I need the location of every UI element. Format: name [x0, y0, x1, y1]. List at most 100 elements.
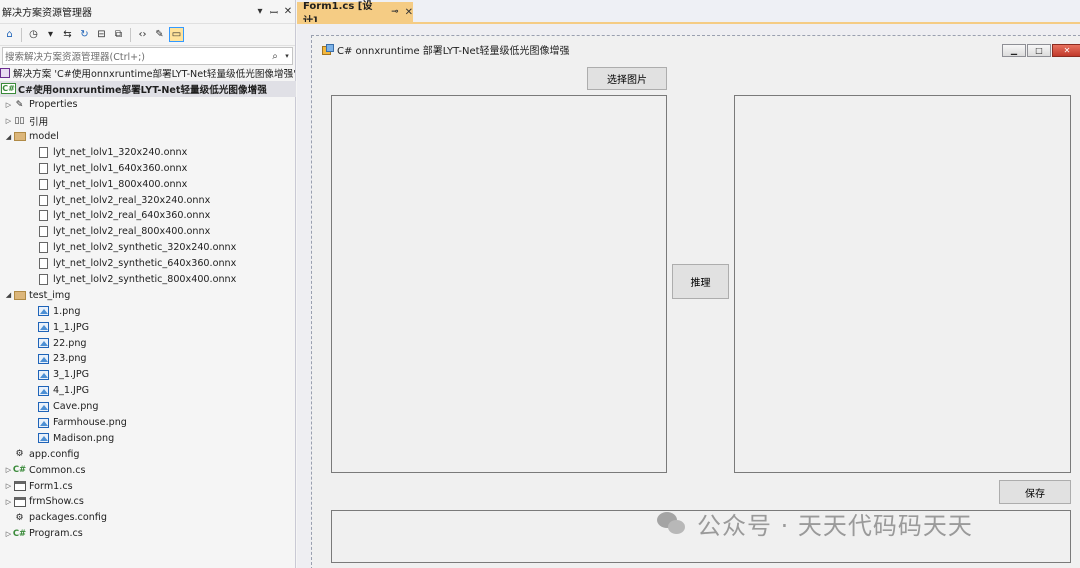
- tree-item-label: lyt_net_lolv2_real_800x400.onnx: [53, 226, 211, 238]
- tree-item[interactable]: 3_1.JPG: [0, 367, 296, 383]
- tree-item-label: Properties: [29, 99, 78, 111]
- config-file-icon: ⚙: [15, 449, 24, 460]
- collapsed-arrow-icon[interactable]: ▷: [4, 117, 13, 125]
- tree-item[interactable]: 1.png: [0, 303, 296, 319]
- tree-item[interactable]: ▷ ▯▯ 引用: [0, 113, 296, 129]
- output-picturebox[interactable]: [734, 95, 1071, 473]
- expanded-arrow-icon[interactable]: ◢: [4, 291, 13, 299]
- tree-item[interactable]: Madison.png: [0, 430, 296, 446]
- image-file-icon: [37, 385, 50, 397]
- tree-item[interactable]: 解决方案 'C#使用onnxruntime部署LYT-Net轻量级低光图像增强'…: [0, 65, 309, 81]
- collapsed-arrow-icon[interactable]: ▷: [4, 482, 13, 490]
- preview-selected-icon[interactable]: ▭: [169, 27, 184, 42]
- tree-item-label: 1.png: [53, 305, 81, 317]
- expanded-arrow-icon[interactable]: ◢: [4, 133, 13, 141]
- file-icon: [37, 178, 50, 190]
- input-picturebox[interactable]: [331, 95, 667, 473]
- tree-item[interactable]: lyt_net_lolv2_synthetic_320x240.onnx: [0, 240, 296, 256]
- collapse-all-icon[interactable]: ⊟: [94, 27, 109, 42]
- config-file-icon: ⚙: [15, 512, 24, 523]
- collapsed-arrow-icon[interactable]: ▷: [4, 466, 13, 474]
- select-image-button[interactable]: 选择图片: [587, 67, 667, 90]
- tree-item[interactable]: lyt_net_lolv2_synthetic_640x360.onnx: [0, 256, 296, 272]
- tab-pin-icon[interactable]: ⊸: [391, 7, 399, 17]
- watermark-text: 公众号 · 天天代码码天天: [697, 511, 973, 540]
- tree-item-label: 23.png: [53, 353, 87, 365]
- file-icon: [37, 274, 50, 286]
- show-all-files-icon[interactable]: ⧉: [111, 27, 126, 42]
- csharp-file-icon: C#: [12, 465, 27, 476]
- panel-dropdown-icon[interactable]: ▾: [253, 6, 267, 17]
- tree-item[interactable]: lyt_net_lolv2_real_320x240.onnx: [0, 192, 296, 208]
- minimize-button[interactable]: ▁: [1002, 44, 1026, 57]
- home-icon[interactable]: ⌂: [2, 27, 17, 42]
- tree-item[interactable]: lyt_net_lolv1_800x400.onnx: [0, 176, 296, 192]
- tree-item[interactable]: ◢ test_img: [0, 287, 296, 303]
- tree-item[interactable]: ▷ Form1.cs: [0, 478, 296, 494]
- document-tab-strip: Form1.cs [设计] ⊸ ✕: [297, 0, 1080, 27]
- tree-item[interactable]: C# C#使用onnxruntime部署LYT-Net轻量级低光图像增强: [0, 80, 296, 97]
- tree-item-label: lyt_net_lolv1_640x360.onnx: [53, 162, 188, 174]
- close-button[interactable]: ✕: [1052, 44, 1080, 57]
- tree-item-label: lyt_net_lolv2_synthetic_320x240.onnx: [53, 242, 237, 254]
- image-file-icon: [37, 353, 50, 365]
- folder-icon: [13, 289, 26, 301]
- tree-item-label: 解决方案 'C#使用onnxruntime部署LYT-Net轻量级低光图像增强'…: [13, 68, 309, 80]
- refresh-icon[interactable]: ↻: [77, 27, 92, 42]
- solution-icon: [0, 67, 10, 79]
- panel-close-icon[interactable]: ✕: [281, 6, 295, 17]
- tree-item[interactable]: lyt_net_lolv1_320x240.onnx: [0, 144, 296, 160]
- image-file-icon: [37, 432, 50, 444]
- file-icon: [37, 242, 50, 254]
- solution-search-box[interactable]: 搜索解决方案资源管理器(Ctrl+;) ⌕ ▾: [2, 47, 293, 65]
- tree-item[interactable]: ◢ model: [0, 129, 296, 145]
- tree-item[interactable]: ▷ frmShow.cs: [0, 494, 296, 510]
- tree-item-label: Cave.png: [53, 401, 99, 413]
- search-icon[interactable]: ⌕: [268, 51, 282, 62]
- wechat-icon: [657, 510, 687, 536]
- tree-item[interactable]: Cave.png: [0, 399, 296, 415]
- tree-item[interactable]: ▷ C# Common.cs: [0, 462, 296, 478]
- form-file-icon: [13, 480, 26, 492]
- tree-item[interactable]: lyt_net_lolv2_synthetic_800x400.onnx: [0, 272, 296, 288]
- tree-item[interactable]: ⚙ app.config: [0, 446, 296, 462]
- tree-item-label: 22.png: [53, 337, 87, 349]
- panel-pin-icon[interactable]: ꟷ: [267, 5, 281, 19]
- maximize-button[interactable]: □: [1027, 44, 1051, 57]
- tab-form1-designer[interactable]: Form1.cs [设计] ⊸ ✕: [297, 1, 413, 27]
- tree-item[interactable]: ▷ ✎ Properties: [0, 97, 296, 113]
- dropdown-arrow-icon[interactable]: ▾: [43, 27, 58, 42]
- history-icon[interactable]: ◷: [26, 27, 41, 42]
- solution-explorer-titlebar: 解决方案资源管理器 ▾ ꟷ ✕: [0, 0, 295, 24]
- references-icon: ▯▯: [14, 115, 25, 126]
- collapsed-arrow-icon[interactable]: ▷: [4, 498, 13, 506]
- tree-item[interactable]: Farmhouse.png: [0, 415, 296, 431]
- search-input[interactable]: 搜索解决方案资源管理器(Ctrl+;): [3, 49, 268, 63]
- tree-item[interactable]: lyt_net_lolv1_640x360.onnx: [0, 160, 296, 176]
- image-file-icon: [37, 369, 50, 381]
- tree-item[interactable]: 1_1.JPG: [0, 319, 296, 335]
- view-code-icon[interactable]: ‹›: [135, 27, 150, 42]
- save-button[interactable]: 保存: [999, 480, 1071, 504]
- tree-item[interactable]: lyt_net_lolv2_real_800x400.onnx: [0, 224, 296, 240]
- tab-close-icon[interactable]: ✕: [405, 7, 413, 18]
- tree-item[interactable]: ▷ C# Program.cs: [0, 526, 296, 542]
- image-file-icon: [37, 401, 50, 413]
- collapsed-arrow-icon[interactable]: ▷: [4, 101, 13, 109]
- properties-wrench-icon[interactable]: ✎: [152, 27, 167, 42]
- tree-item-label: lyt_net_lolv2_synthetic_640x360.onnx: [53, 258, 237, 270]
- sync-icon[interactable]: ⇆: [60, 27, 75, 42]
- tree-item[interactable]: 22.png: [0, 335, 296, 351]
- tree-item[interactable]: 23.png: [0, 351, 296, 367]
- collapsed-arrow-icon[interactable]: ▷: [4, 530, 13, 538]
- tree-item[interactable]: ⚙ packages.config: [0, 510, 296, 526]
- solution-explorer-toolbar: ⌂ ◷ ▾ ⇆ ↻ ⊟ ⧉ ‹› ✎ ▭: [0, 24, 295, 46]
- tree-item-label: frmShow.cs: [29, 496, 84, 508]
- search-options-dropdown-icon[interactable]: ▾: [282, 52, 292, 60]
- file-icon: [37, 226, 50, 238]
- tree-item[interactable]: lyt_net_lolv2_real_640x360.onnx: [0, 208, 296, 224]
- infer-button[interactable]: 推理: [672, 264, 729, 299]
- form1-window[interactable]: C# onnxruntime 部署LYT-Net轻量级低光图像增强 ▁ □ ✕ …: [311, 35, 1080, 568]
- tree-item[interactable]: 4_1.JPG: [0, 383, 296, 399]
- folder-icon: [13, 131, 26, 143]
